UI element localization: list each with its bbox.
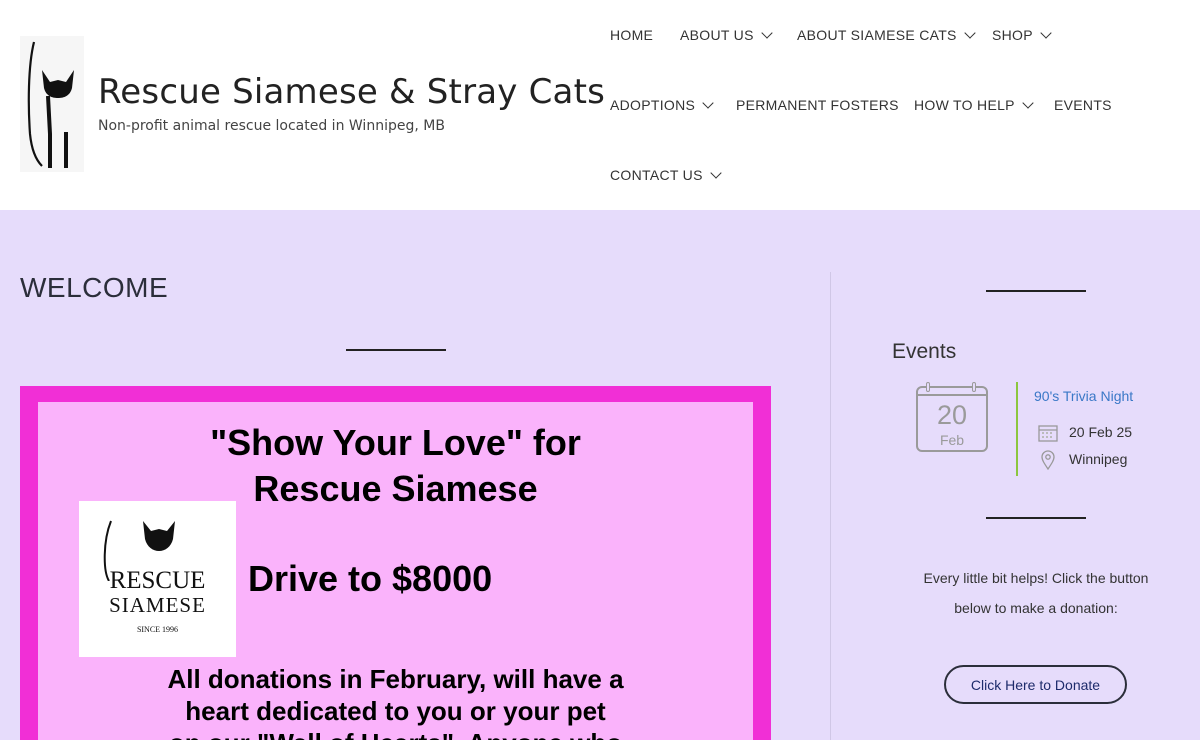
chevron-down-icon (1040, 26, 1052, 39)
nav-permanent-fosters[interactable]: PERMANENT FOSTERS (736, 97, 899, 113)
sidebar-divider-top (986, 290, 1086, 292)
site-logo[interactable] (20, 36, 84, 172)
chevron-down-icon (761, 26, 773, 39)
nav-home[interactable]: HOME (610, 27, 653, 43)
logo-rescue-text: RESCUE (109, 567, 206, 594)
rescue-siamese-logo: RESCUE SIAMESE SINCE 1996 (79, 501, 236, 657)
chevron-down-icon (1022, 96, 1034, 109)
poster-body-3: on our "Wall of Hearts". Anyone who (38, 728, 753, 740)
poster-headline-1: "Show Your Love" for (210, 422, 581, 463)
chevron-down-icon (710, 166, 722, 179)
heading-divider (346, 349, 446, 351)
poster-body-1: All donations in February, will have a (167, 664, 624, 694)
nav-contact-us[interactable]: CONTACT US (610, 166, 722, 183)
calendar-ring (926, 382, 930, 392)
nav-shop-label: SHOP (992, 27, 1033, 43)
logo-since-text: SINCE 1996 (136, 625, 179, 634)
nav-contact-us-label: CONTACT US (610, 167, 703, 183)
chevron-down-icon (702, 96, 714, 109)
poster-body-2: heart dedicated to you or your pet (185, 696, 606, 726)
site-header: Rescue Siamese & Stray Cats Non-profit a… (0, 0, 1200, 210)
chevron-down-icon (964, 26, 976, 39)
donate-button[interactable]: Click Here to Donate (944, 665, 1127, 704)
nav-adoptions-label: ADOPTIONS (610, 97, 696, 113)
site-title[interactable]: Rescue Siamese & Stray Cats (98, 72, 605, 112)
sidebar-divider-middle (986, 517, 1086, 519)
cat-logo-icon (27, 41, 74, 168)
calendar-header-line (918, 394, 986, 396)
donate-text-2: below to make a donation: (954, 600, 1118, 616)
nav-home-label: HOME (610, 27, 654, 43)
nav-about-siamese-label: ABOUT SIAMESE CATS (797, 27, 957, 43)
nav-permanent-fosters-label: PERMANENT FOSTERS (736, 97, 899, 113)
calendar-icon (1038, 425, 1058, 442)
event-title-link[interactable]: 90's Trivia Night (1034, 388, 1133, 404)
logo-siamese-text: SIAMESE (109, 593, 206, 617)
nav-about-siamese-cats[interactable]: ABOUT SIAMESE CATS (797, 26, 976, 43)
poster-panel: "Show Your Love" for Rescue Siamese RESC… (38, 402, 753, 740)
calendar-date-icon: 20 Feb (916, 382, 988, 452)
nav-shop[interactable]: SHOP (992, 26, 1052, 43)
nav-how-to-help[interactable]: HOW TO HELP (914, 96, 1034, 113)
site-tagline: Non-profit animal rescue located in Winn… (98, 118, 445, 134)
nav-how-to-help-label: HOW TO HELP (914, 97, 1015, 113)
event-location: Winnipeg (1069, 451, 1128, 467)
event-day: 20 (936, 400, 968, 430)
sidebar-divider (830, 272, 831, 740)
event-accent-bar (1016, 382, 1018, 476)
fundraiser-poster[interactable]: "Show Your Love" for Rescue Siamese RESC… (20, 386, 771, 740)
nav-about-us[interactable]: ABOUT US (680, 26, 773, 43)
events-widget-title: Events (892, 340, 957, 363)
nav-about-us-label: ABOUT US (680, 27, 754, 43)
event-month: Feb (939, 432, 965, 448)
nav-adoptions[interactable]: ADOPTIONS (610, 96, 714, 113)
page-heading: WELCOME (20, 272, 169, 303)
event-date: 20 Feb 25 (1069, 424, 1133, 440)
donate-text-1: Every little bit helps! Click the button (923, 570, 1149, 586)
nav-events[interactable]: EVENTS (1054, 97, 1112, 113)
nav-events-label: EVENTS (1054, 97, 1112, 113)
map-pin-icon (1041, 450, 1055, 470)
poster-drive-amount: Drive to $8000 (248, 558, 493, 599)
calendar-ring (972, 382, 976, 392)
